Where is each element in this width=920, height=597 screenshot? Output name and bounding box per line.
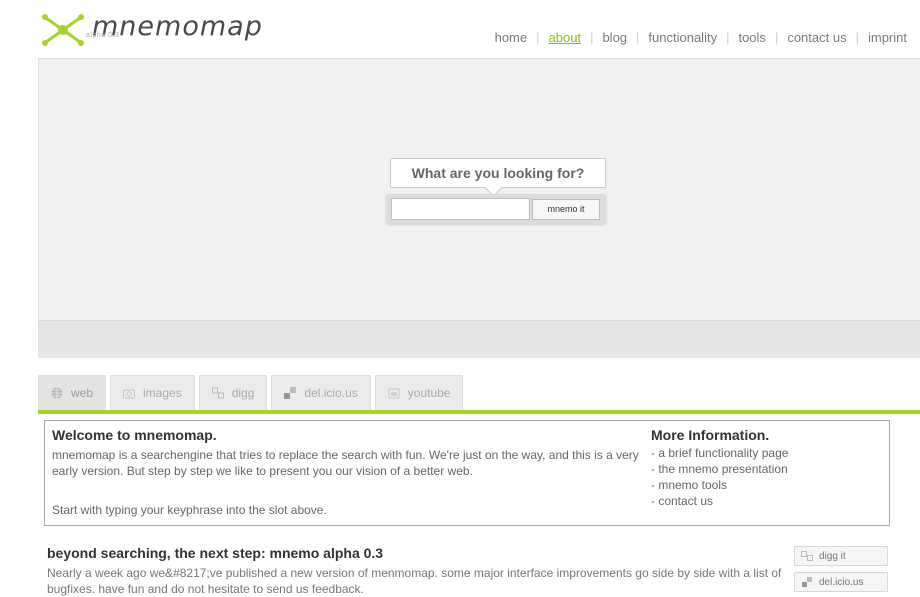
more-information-title: More Information. [651, 427, 770, 443]
tab-label: images [143, 386, 182, 400]
nav-functionality[interactable]: functionality [639, 30, 726, 45]
post-title[interactable]: beyond searching, the next step: mnemo a… [47, 545, 383, 561]
digg-it-button[interactable]: digg it [794, 546, 888, 566]
logo-mark-icon [42, 14, 84, 46]
link-mnemo-tools[interactable]: - mnemo tools [651, 477, 881, 493]
delicious-share-button[interactable]: del.icio.us [794, 572, 888, 592]
tab-label: youtube [407, 386, 451, 400]
digg-icon [211, 387, 224, 399]
logo-version: alpha 0.3 [86, 32, 120, 39]
digg-it-label: digg it [819, 550, 846, 562]
header: mnemomap alpha 0.3 home | about | blog |… [0, 0, 920, 58]
tab-label: del.icio.us [304, 386, 358, 400]
nav-imprint[interactable]: imprint [859, 30, 916, 45]
link-mnemo-presentation[interactable]: - the mnemo presentation [651, 461, 881, 477]
delicious-icon [802, 577, 812, 587]
result-tabs: web images digg del.icio.us youtube [38, 375, 467, 410]
nav-contact-us[interactable]: contact us [778, 30, 855, 45]
post-body: Nearly a week ago we&#8217;ve published … [47, 566, 782, 596]
mnemo-it-button[interactable]: mnemo it [532, 199, 600, 220]
delicious-share-label: del.icio.us [819, 576, 864, 588]
logo[interactable]: mnemomap [38, 12, 263, 48]
welcome-panel: Welcome to mnemomap. mnemomap is a searc… [44, 420, 890, 526]
tab-digg[interactable]: digg [198, 375, 268, 410]
nav-tools[interactable]: tools [729, 30, 774, 45]
search-stage: What are you looking for? mnemo it [38, 58, 920, 358]
more-information: More Information. - a brief functionalit… [651, 427, 881, 509]
search-prompt: What are you looking for? [390, 158, 606, 188]
youtube-icon [388, 388, 400, 399]
camera-icon [123, 389, 136, 399]
nav-about[interactable]: about [540, 30, 591, 45]
tab-label: digg [231, 386, 255, 400]
globe-icon [51, 387, 63, 399]
welcome-start-text: Start with typing your keyphrase into th… [52, 503, 327, 517]
stage-footer-bar [39, 320, 920, 358]
tab-label: web [71, 386, 94, 400]
nav-home[interactable]: home [486, 30, 537, 45]
search-box: mnemo it [386, 194, 606, 224]
search-input[interactable] [391, 198, 530, 220]
digg-icon [801, 551, 813, 561]
top-nav: home | about | blog | functionality | to… [486, 30, 916, 45]
welcome-title: Welcome to mnemomap. [52, 427, 217, 443]
nav-blog[interactable]: blog [593, 30, 636, 45]
delicious-icon [284, 387, 297, 399]
tab-web[interactable]: web [38, 375, 107, 410]
link-functionality-page[interactable]: - a brief functionality page [651, 445, 881, 461]
tab-delicious[interactable]: del.icio.us [271, 375, 371, 410]
tab-accent-line [38, 410, 920, 414]
tab-images[interactable]: images [110, 375, 195, 410]
more-information-list: - a brief functionality page - the mnemo… [651, 445, 881, 509]
link-contact-us[interactable]: - contact us [651, 493, 881, 509]
welcome-description: mnemomap is a searchengine that tries to… [52, 448, 639, 478]
tab-youtube[interactable]: youtube [374, 375, 464, 410]
